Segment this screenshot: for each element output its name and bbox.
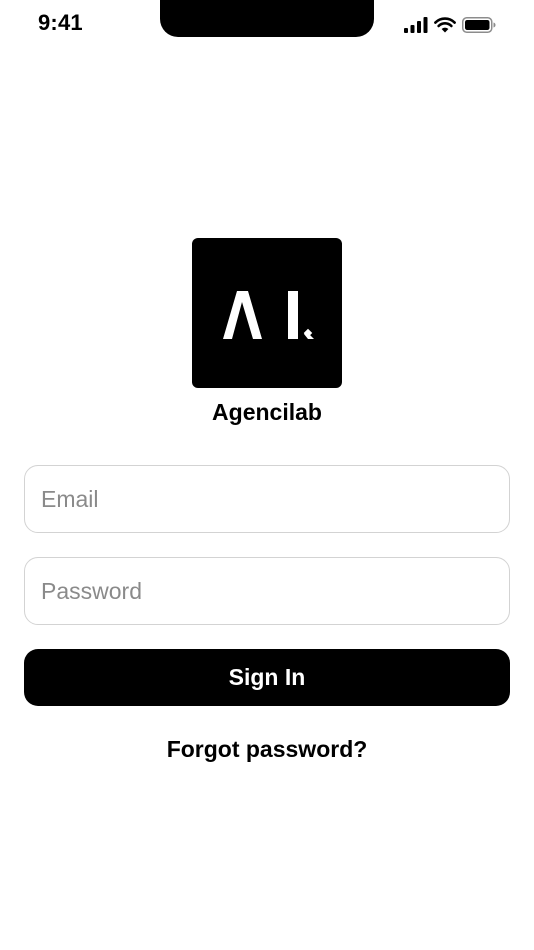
forgot-password-link[interactable]: Forgot password?: [0, 736, 534, 763]
sign-in-button[interactable]: Sign In: [24, 649, 510, 706]
email-input[interactable]: [41, 485, 493, 513]
agencilab-logo-icon: [192, 238, 342, 388]
cellular-signal-icon: [404, 17, 428, 33]
password-input[interactable]: [41, 577, 493, 605]
status-time: 9:41: [38, 10, 83, 35]
wifi-icon: [434, 17, 456, 33]
status-icons: [404, 15, 496, 35]
status-bar: 9:41: [0, 0, 534, 50]
email-field[interactable]: [24, 465, 510, 533]
password-field[interactable]: [24, 557, 510, 625]
notch: [160, 0, 374, 37]
battery-icon: [462, 17, 496, 33]
brand-name: Agencilab: [212, 399, 322, 425]
